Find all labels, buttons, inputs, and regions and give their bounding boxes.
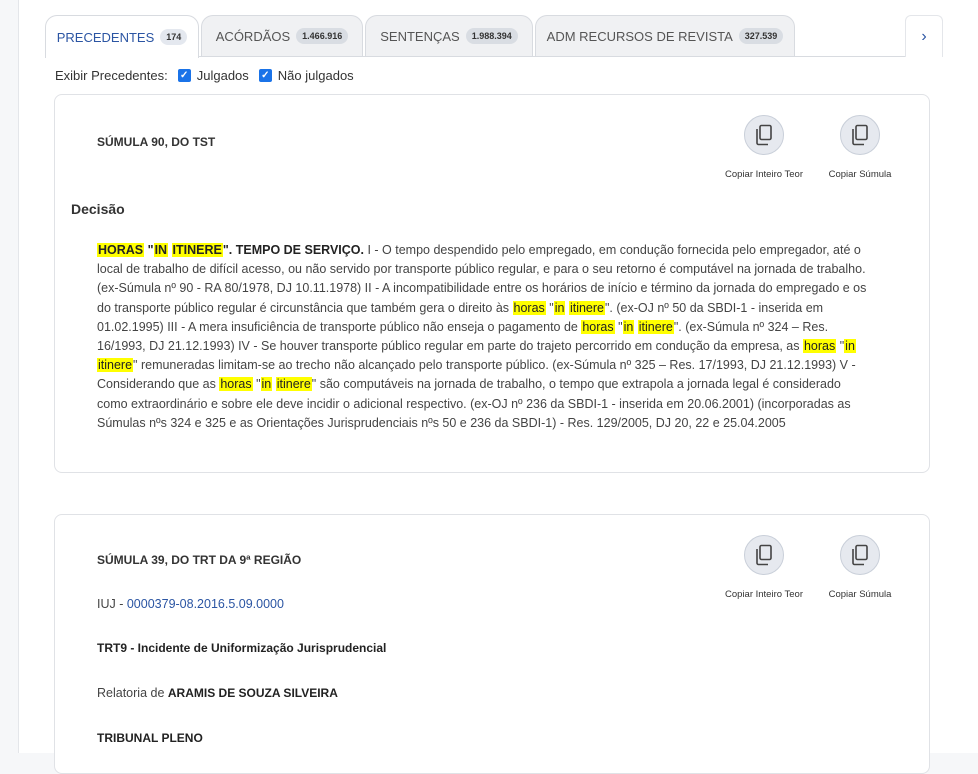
action-label: Copiar Inteiro Teor [725,169,803,180]
tab-label: ADM RECURSOS DE REVISTA [546,28,733,44]
checkbox-label: Julgados [196,68,249,83]
incident-type: TRT9 - Incidente de Uniformização Jurisp… [97,641,387,655]
iuj-process-link[interactable]: 0000379-08.2016.5.09.0000 [127,597,284,611]
iuj-reference: IUJ - 0000379-08.2016.5.09.0000 [97,597,284,611]
copy-full-text-button[interactable]: Copiar Inteiro Teor [718,535,810,600]
court-body: TRIBUNAL PLENO [97,731,203,745]
tab-count-badge: 327.539 [738,28,784,44]
copy-icon [840,115,880,155]
action-label: Copiar Súmula [828,589,892,600]
copy-sumula-button[interactable]: Copiar Súmula [814,535,906,600]
copy-icon [744,115,784,155]
sumula-title: SÚMULA 39, DO TRT DA 9ª REGIÃO [97,553,302,567]
result-card: SÚMULA 39, DO TRT DA 9ª REGIÃO Copiar In… [54,514,930,774]
tab-bar: PRECEDENTES 174 ACÓRDÃOS 1.466.916 SENTENÇ… [45,15,915,58]
tab-label: PRECEDENTES [56,29,155,45]
checkbox-checked-icon: ✓ [258,69,272,82]
copy-sumula-button[interactable]: Copiar Súmula [814,115,906,180]
sumula-title: SÚMULA 90, DO TST [97,135,216,149]
card-actions: Copiar Inteiro Teor Copiar Súmula [718,535,906,600]
filter-label: Exibir Precedentes: [55,68,168,83]
copy-full-text-button[interactable]: Copiar Inteiro Teor [718,115,810,180]
copy-icon [744,535,784,575]
decision-heading: Decisão [71,201,125,217]
precedentes-filter: Exibir Precedentes: ✓ Julgados ✓ Não jul… [55,68,354,83]
result-card: SÚMULA 90, DO TST Copiar Inteiro Teor Co… [54,94,930,473]
tab-count-badge: 1.466.916 [296,28,349,44]
chevron-right-icon: › [921,27,927,45]
tab-precedentes[interactable]: PRECEDENTES 174 [45,15,199,58]
results-panel: PRECEDENTES 174 ACÓRDÃOS 1.466.916 SENTENÇ… [18,0,978,774]
rapporteur: Relatoria de ARAMIS DE SOUZA SILVEIRA [97,686,338,700]
tab-adm-recursos-revista[interactable]: ADM RECURSOS DE REVISTA 327.539 [535,15,795,56]
tab-label: ACÓRDÃOS [215,28,291,44]
tab-acordaos[interactable]: ACÓRDÃOS 1.466.916 [201,15,363,56]
nao-julgados-checkbox[interactable]: ✓ Não julgados [258,68,354,83]
tab-count-badge: 1.988.394 [465,28,518,44]
tab-sentencas[interactable]: SENTENÇAS 1.988.394 [365,15,533,56]
tab-label: SENTENÇAS [380,28,460,44]
tab-count-badge: 174 [160,29,188,45]
julgados-checkbox[interactable]: ✓ Julgados [177,68,249,83]
action-label: Copiar Inteiro Teor [725,589,803,600]
checkbox-checked-icon: ✓ [177,69,191,82]
checkbox-label: Não julgados [277,68,354,83]
decision-text: HORAS "IN ITINERE". TEMPO DE SERVIÇO. I … [97,243,867,430]
copy-icon [840,535,880,575]
tabs-next-button[interactable]: › [905,15,943,57]
action-label: Copiar Súmula [828,169,892,180]
card-actions: Copiar Inteiro Teor Copiar Súmula [718,115,906,180]
